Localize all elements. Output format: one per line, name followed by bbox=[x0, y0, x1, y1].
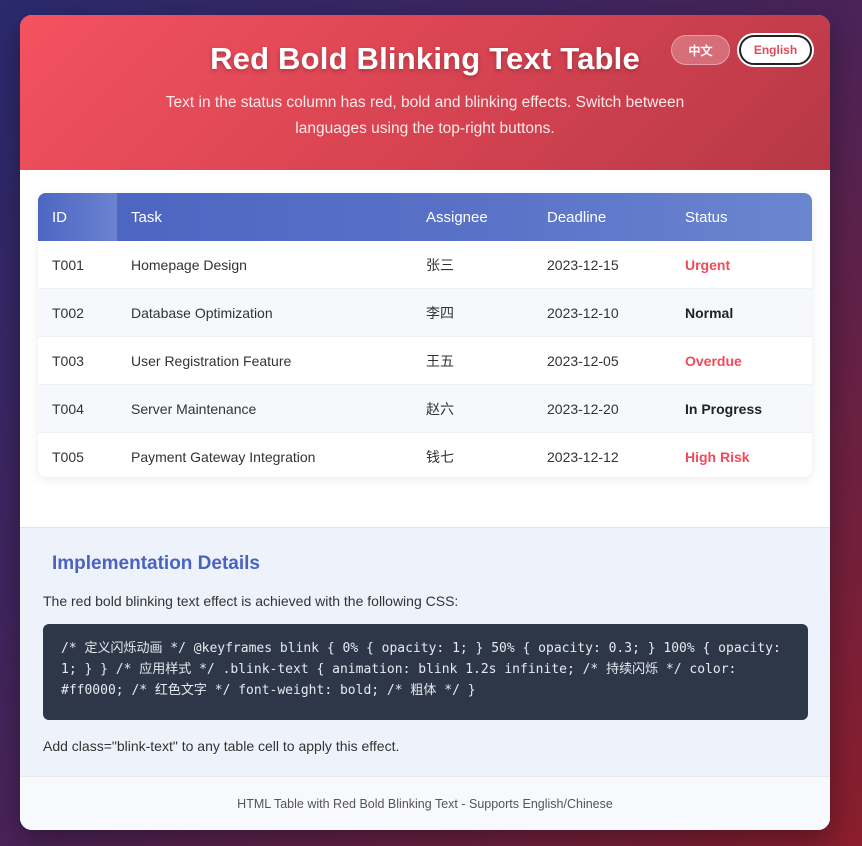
cell-id: T004 bbox=[38, 384, 117, 433]
cell-deadline: 2023-12-15 bbox=[533, 241, 671, 289]
col-header-deadline: Deadline bbox=[547, 208, 607, 226]
cell-status: Overdue bbox=[671, 336, 812, 385]
cell-status: In Progress bbox=[671, 384, 812, 433]
cell-task: Payment Gateway Integration bbox=[131, 448, 316, 465]
cell-task: User Registration Feature bbox=[117, 336, 412, 385]
cell-assignee: 王五 bbox=[412, 336, 533, 385]
cell-id: T002 bbox=[38, 288, 117, 337]
page-footer: HTML Table with Red Bold Blinking Text -… bbox=[20, 776, 830, 830]
cell-task: Server Maintenance bbox=[117, 384, 412, 433]
table-header-row: ID Task Assignee Deadline Status bbox=[38, 193, 812, 241]
details-heading: Implementation Details bbox=[52, 553, 260, 574]
cell-deadline: 2023-12-10 bbox=[533, 288, 671, 337]
table-row: T001 Homepage Design 张三 2023-12-15 Urgen… bbox=[38, 241, 812, 289]
cell-status: Urgent bbox=[671, 241, 812, 289]
code-block: /* 定义闪烁动画 */ @keyframes blink { 0% { opa… bbox=[43, 624, 808, 720]
col-header-id: ID bbox=[38, 193, 117, 241]
cell-id: T003 bbox=[38, 336, 117, 385]
cell-status: Normal bbox=[671, 288, 812, 337]
lang-zh-button[interactable]: 中文 bbox=[671, 35, 730, 65]
details-intro: The red bold blinking text effect is ach… bbox=[43, 593, 459, 609]
cell-assignee: 李四 bbox=[412, 288, 533, 337]
details-note: Add class="blink-text" to any table cell… bbox=[43, 738, 400, 754]
cell-assignee: 张三 bbox=[412, 241, 533, 289]
table-row: T002 Database Optimization 李四 2023-12-10… bbox=[38, 288, 812, 337]
main-card: Red Bold Blinking Text Table Text in the… bbox=[20, 15, 830, 830]
cell-deadline: 2023-12-05 bbox=[533, 336, 671, 385]
cell-id: T005 bbox=[52, 448, 84, 465]
task-table: ID Task Assignee Deadline Status T001 Ho… bbox=[38, 193, 812, 477]
table-row: T005 Payment Gateway Integration 钱七 2023… bbox=[38, 433, 812, 478]
cell-status: High Risk bbox=[685, 448, 750, 465]
page-subtitle: Text in the status column has red, bold … bbox=[165, 94, 685, 137]
cell-deadline: 2023-12-12 bbox=[547, 448, 619, 465]
col-header-status: Status bbox=[685, 208, 728, 226]
task-table-container: ID Task Assignee Deadline Status T001 Ho… bbox=[38, 193, 812, 477]
cell-deadline: 2023-12-20 bbox=[533, 384, 671, 433]
page-header: Red Bold Blinking Text Table Text in the… bbox=[20, 15, 830, 170]
cell-assignee: 钱七 bbox=[426, 448, 454, 465]
lang-en-button[interactable]: English bbox=[739, 35, 812, 65]
cell-task: Database Optimization bbox=[117, 288, 412, 337]
table-row: T004 Server Maintenance 赵六 2023-12-20 In… bbox=[38, 384, 812, 433]
col-header-assignee: Assignee bbox=[426, 208, 488, 226]
cell-id: T001 bbox=[38, 241, 117, 289]
col-header-task: Task bbox=[131, 208, 162, 226]
cell-assignee: 赵六 bbox=[412, 384, 533, 433]
implementation-details: Implementation Details The red bold blin… bbox=[20, 527, 830, 777]
table-row: T003 User Registration Feature 王五 2023-1… bbox=[38, 336, 812, 385]
cell-task: Homepage Design bbox=[117, 241, 412, 289]
